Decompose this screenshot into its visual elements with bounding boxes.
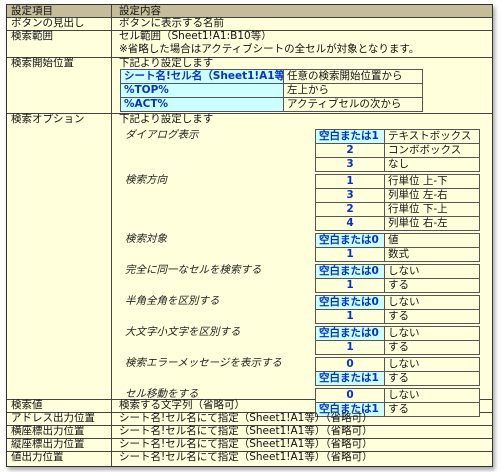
option-desc: する (384, 371, 480, 386)
option-value: 2 (315, 202, 385, 217)
start-option-desc: 左上から (283, 83, 423, 98)
option-desc: する (384, 402, 480, 417)
option-group-name: 検索エラーメッセージを表示する (125, 357, 282, 369)
option-value: 0 (315, 357, 385, 372)
start-option-key: %TOP% (120, 83, 284, 98)
option-desc: する (384, 278, 480, 293)
table-header (7, 5, 492, 17)
option-value: 空白または0 (315, 264, 385, 279)
option-value: 3 (315, 157, 385, 172)
row-label-value-out: 値出力位置 (11, 451, 64, 463)
option-value: 空白または1 (315, 129, 385, 144)
row-label-start: 検索開始位置 (11, 57, 74, 69)
row-label-range: 検索範囲 (11, 30, 53, 42)
settings-table: 設定項目 設定内容 ボタンの見出し ボタンに表示する名前 検索範囲 セル範囲（S… (6, 4, 493, 467)
option-value: 4 (315, 216, 385, 231)
row-desc-title: ボタンに表示する名前 (119, 17, 224, 29)
row-desc-col-out: シート名!セル名にて指定（Sheet1!A1等）（省略可） (119, 438, 373, 450)
row-desc-search-value: 検索する文字列（省略可） (119, 399, 245, 411)
row-desc-range-line2: ※省略した場合はアクティブシートの全セルが対象となります。 (119, 43, 420, 55)
option-desc: テキストボックス (384, 129, 480, 144)
option-desc: コンボボックス (384, 143, 480, 158)
option-desc: 行単位 下-上 (384, 202, 480, 217)
option-desc: 数式 (384, 247, 480, 262)
row-desc-address-out: シート名!セル名にて指定（Sheet1!A1等）（省略可） (119, 412, 373, 424)
row-label-row-out: 横座標出力位置 (11, 425, 85, 437)
option-desc: しない (384, 357, 480, 372)
option-desc: 列単位 右-左 (384, 216, 480, 231)
option-group-name: 検索対象 (125, 233, 167, 245)
option-value: 3 (315, 188, 385, 203)
option-desc: なし (384, 157, 480, 172)
option-desc: 行単位 上-下 (384, 174, 480, 189)
option-value: 空白または1 (315, 371, 385, 386)
row-label-title: ボタンの見出し (11, 17, 85, 29)
row-divider (7, 57, 492, 58)
start-option-key: %ACT% (120, 97, 284, 112)
option-desc: 列単位 左-右 (384, 188, 480, 203)
row-desc-value-out: シート名!セル名にて指定（Sheet1!A1等）（省略可） (119, 451, 373, 463)
option-group-name: 完全に同一なセルを検索する (125, 264, 262, 276)
option-desc: しない (384, 326, 480, 341)
option-group-name: ダイアログ表示 (125, 129, 199, 141)
option-value: 1 (315, 278, 385, 293)
row-desc-row-out: シート名!セル名にて指定（Sheet1!A1等）（省略可） (119, 425, 373, 437)
row-intro-options: 下記より設定します (119, 113, 214, 125)
option-value: 2 (315, 143, 385, 158)
option-value: 1 (315, 309, 385, 324)
option-value: 1 (315, 340, 385, 355)
option-desc: する (384, 340, 480, 355)
option-value: 空白または0 (315, 233, 385, 248)
start-option-desc: アクティブセルの次から (283, 97, 423, 112)
row-label-options: 検索オプション (11, 113, 85, 125)
column-divider (111, 5, 112, 466)
option-desc: しない (384, 264, 480, 279)
option-desc: しない (384, 295, 480, 310)
option-value: 1 (315, 174, 385, 189)
row-label-col-out: 縦座標出力位置 (11, 438, 85, 450)
row-label-search-value: 検索値 (11, 399, 43, 411)
option-value: 空白または0 (315, 326, 385, 341)
option-desc: しない (384, 388, 480, 403)
option-value: 1 (315, 247, 385, 262)
option-desc: する (384, 309, 480, 324)
start-option-key: シート名!セル名（Sheet1!A1等） (120, 69, 296, 84)
option-value: 空白または0 (315, 295, 385, 310)
option-group-name: 大文字小文字を区別する (125, 326, 241, 338)
option-value: 0 (315, 388, 385, 403)
start-option-desc: 任意の検索開始位置から (283, 69, 423, 84)
row-label-address-out: アドレス出力位置 (11, 412, 95, 424)
option-group-name: 半角全角を区別する (125, 295, 220, 307)
row-desc-range-line1: セル範囲（Sheet1!A1:B10等） (119, 30, 272, 42)
option-desc: 値 (384, 233, 480, 248)
option-group-name: 検索方向 (125, 174, 167, 186)
